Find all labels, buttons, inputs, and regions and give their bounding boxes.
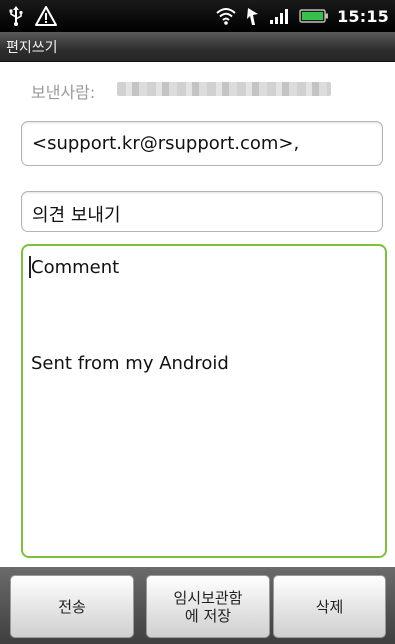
location-icon xyxy=(245,5,261,27)
usb-icon xyxy=(8,5,24,27)
delete-button-label: 삭제 xyxy=(315,597,344,616)
sender-label: 보낸사람: xyxy=(31,83,96,102)
page-title: 편지쓰기 xyxy=(6,40,58,56)
battery-icon xyxy=(299,8,329,24)
send-button[interactable]: 전송 xyxy=(10,575,134,638)
status-clock: 15:15 xyxy=(337,6,389,26)
sender-row: 보낸사람: xyxy=(0,62,395,112)
delete-button[interactable]: 삭제 xyxy=(273,575,386,638)
send-button-label: 전송 xyxy=(58,597,86,616)
save-draft-label-line2: 에 저장 xyxy=(184,606,232,625)
body-first-line: Comment xyxy=(31,257,120,278)
body-signature: Sent from my Android xyxy=(31,353,229,374)
recipient-field[interactable]: <support.kr@rsupport.com>, xyxy=(21,121,383,166)
message-body-field[interactable]: Comment Sent from my Android xyxy=(21,244,387,558)
recipient-value: <support.kr@rsupport.com>, xyxy=(32,133,300,154)
signal-icon xyxy=(269,7,291,25)
subject-field[interactable]: 의견 보내기 xyxy=(21,191,383,232)
title-bar: 편지쓰기 xyxy=(0,32,395,62)
save-draft-button[interactable]: 임시보관함 에 저장 xyxy=(146,575,270,638)
warning-icon xyxy=(34,5,58,27)
save-draft-label-line1: 임시보관함 xyxy=(173,588,243,607)
sender-address-redacted xyxy=(117,82,331,96)
status-bar: 15:15 xyxy=(0,0,395,32)
bottom-action-bar: 전송 임시보관함 에 저장 삭제 xyxy=(0,567,395,644)
wifi-icon xyxy=(215,6,237,26)
subject-value: 의견 보내기 xyxy=(32,205,121,226)
